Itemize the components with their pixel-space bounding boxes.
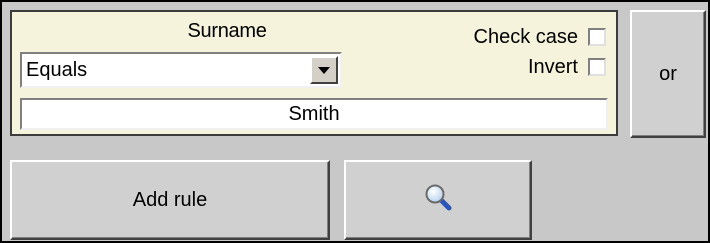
filter-window: Surname Equals Check case Invert Smith o…: [0, 0, 710, 243]
check-case-checkbox[interactable]: [588, 28, 606, 46]
search-button[interactable]: [344, 160, 532, 240]
or-button[interactable]: or: [630, 10, 706, 138]
invert-row: Invert: [528, 54, 606, 80]
add-rule-button[interactable]: Add rule: [10, 160, 330, 240]
invert-label: Invert: [527, 55, 578, 78]
check-case-label: Check case: [473, 25, 579, 48]
operator-select[interactable]: Equals: [20, 52, 342, 88]
dropdown-arrow-icon[interactable]: [310, 56, 338, 84]
check-case-row: Check case: [473, 24, 606, 50]
operator-selected-value: Equals: [26, 59, 88, 81]
add-rule-button-label: Add rule: [132, 188, 208, 211]
invert-checkbox[interactable]: [588, 58, 606, 76]
or-button-label: or: [659, 62, 677, 85]
magnifier-icon: [423, 182, 453, 218]
field-name-label: Surname: [187, 20, 267, 42]
value-input[interactable]: Smith: [20, 98, 608, 130]
rule-panel: Surname Equals Check case Invert Smith: [10, 10, 618, 136]
